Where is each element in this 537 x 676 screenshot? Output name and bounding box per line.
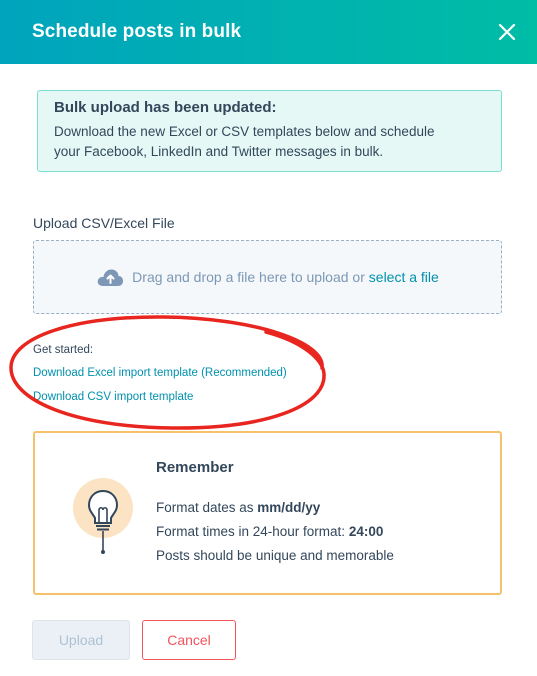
get-started-label: Get started: bbox=[33, 344, 94, 356]
alert-line-1: Download the new Excel or CSV templates … bbox=[54, 124, 435, 139]
update-alert: Bulk upload has been updated: Download t… bbox=[37, 90, 502, 172]
upload-button[interactable]: Upload bbox=[32, 620, 130, 660]
select-file-link[interactable]: select a file bbox=[369, 269, 439, 285]
modal-header: Schedule posts in bulk bbox=[0, 0, 537, 64]
time-format-tip: Format times in 24-hour format: 24:00 bbox=[156, 524, 384, 539]
modal-title: Schedule posts in bulk bbox=[32, 21, 242, 42]
download-csv-template-link[interactable]: Download CSV import template bbox=[33, 391, 193, 403]
cloud-upload-icon bbox=[96, 267, 124, 287]
remember-title: Remember bbox=[156, 459, 234, 476]
close-icon[interactable] bbox=[495, 20, 519, 44]
cancel-button[interactable]: Cancel bbox=[142, 620, 236, 660]
upload-label: Upload CSV/Excel File bbox=[33, 215, 175, 231]
lightbulb-icon bbox=[72, 477, 134, 557]
file-dropzone[interactable]: Drag and drop a file here to upload or s… bbox=[33, 240, 502, 314]
alert-title: Bulk upload has been updated: bbox=[54, 99, 277, 116]
alert-body: Download the new Excel or CSV templates … bbox=[54, 122, 485, 162]
date-format-tip: Format dates as mm/dd/yy bbox=[156, 500, 321, 515]
unique-posts-tip: Posts should be unique and memorable bbox=[156, 548, 394, 563]
dropzone-text: Drag and drop a file here to upload or s… bbox=[132, 269, 439, 285]
download-excel-template-link[interactable]: Download Excel import template (Recommen… bbox=[33, 367, 287, 379]
remember-panel: Remember Format dates as mm/dd/yy Format… bbox=[33, 431, 502, 595]
alert-line-2: your Facebook, LinkedIn and Twitter mess… bbox=[54, 144, 384, 159]
